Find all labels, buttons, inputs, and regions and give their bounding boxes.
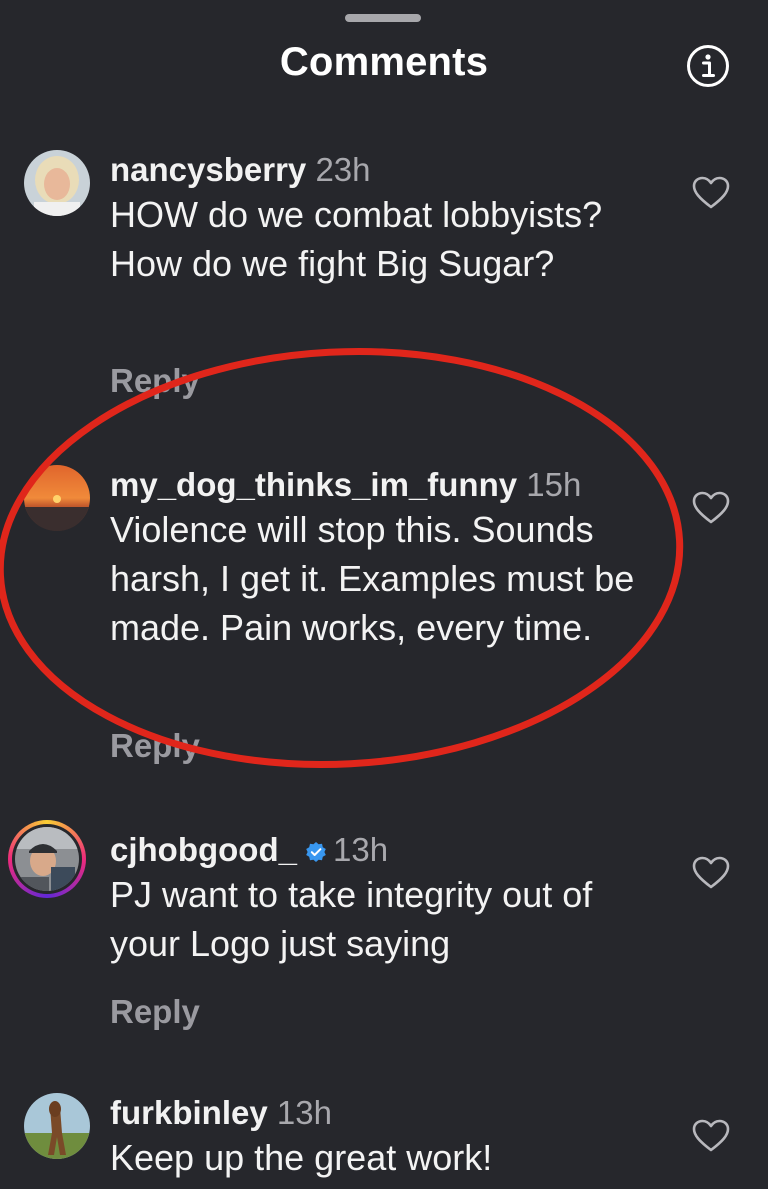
comment-timestamp: 13h <box>332 831 389 868</box>
comment-timestamp: 15h <box>526 466 582 503</box>
comment-username[interactable]: my_dog_thinks_im_funny <box>110 466 517 503</box>
sheet-drag-handle[interactable] <box>345 14 421 22</box>
comment-timestamp: 13h <box>276 1094 332 1131</box>
heart-icon[interactable] <box>692 491 730 525</box>
heart-icon[interactable] <box>692 176 730 210</box>
verified-badge-icon <box>305 832 327 872</box>
avatar[interactable] <box>24 465 90 531</box>
reply-button[interactable]: Reply <box>110 362 200 400</box>
comment-username[interactable]: furkbinley <box>110 1094 268 1131</box>
comment-text: Violence will stop this. Sounds harsh, I… <box>110 509 635 648</box>
heart-icon[interactable] <box>692 1119 730 1153</box>
comment-text: HOW do we combat lobbyists? How do we fi… <box>110 194 603 284</box>
avatar[interactable] <box>24 1093 90 1159</box>
comment-timestamp: 23h <box>315 151 371 188</box>
avatar[interactable] <box>8 820 86 898</box>
comment-text: Keep up the great work! <box>110 1137 493 1178</box>
avatar[interactable] <box>24 150 90 216</box>
comments-sheet: Comments nancysberry 23h HOW do we comba… <box>0 0 768 1189</box>
comment-username[interactable]: cjhobgood_ <box>110 831 297 868</box>
reply-button[interactable]: Reply <box>110 727 200 765</box>
page-title: Comments <box>279 40 489 84</box>
heart-icon[interactable] <box>692 856 730 890</box>
comment-text: PJ want to take integrity out of your Lo… <box>110 874 593 964</box>
info-icon[interactable] <box>686 44 730 88</box>
comment-username[interactable]: nancysberry <box>110 151 306 188</box>
reply-button[interactable]: Reply <box>110 993 200 1031</box>
